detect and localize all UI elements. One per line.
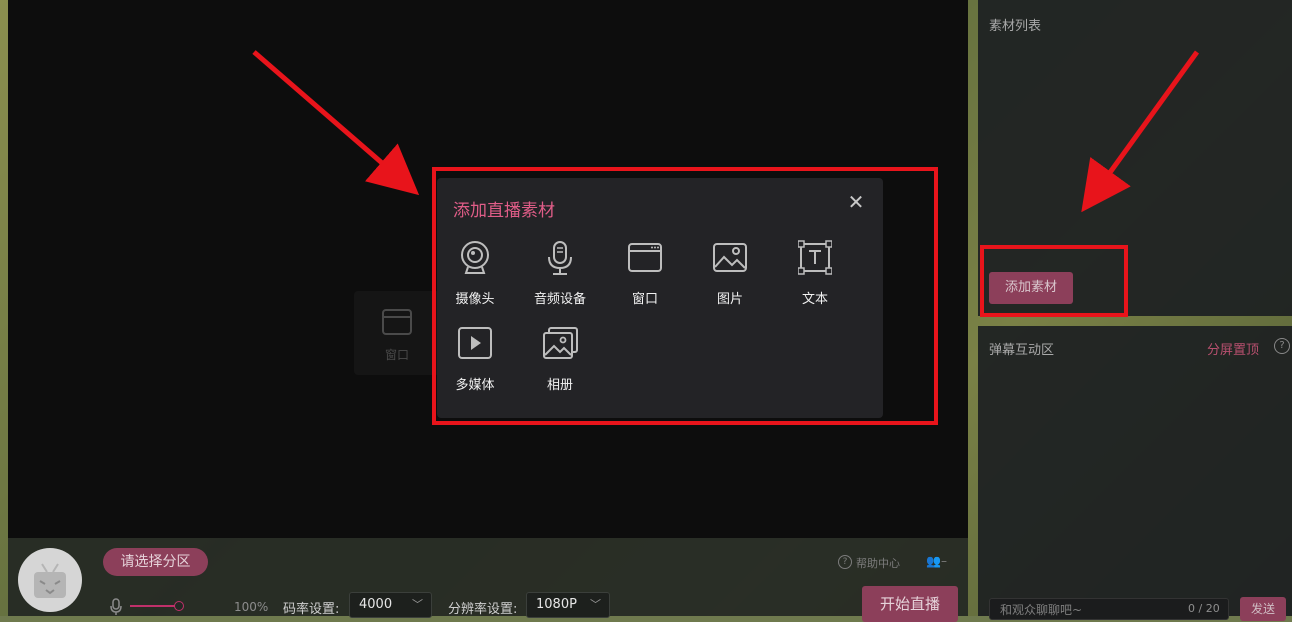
- arrow-to-add-asset: [1081, 50, 1200, 213]
- annotation-arrows: [252, 50, 1200, 213]
- arrow-to-dialog: [252, 50, 420, 196]
